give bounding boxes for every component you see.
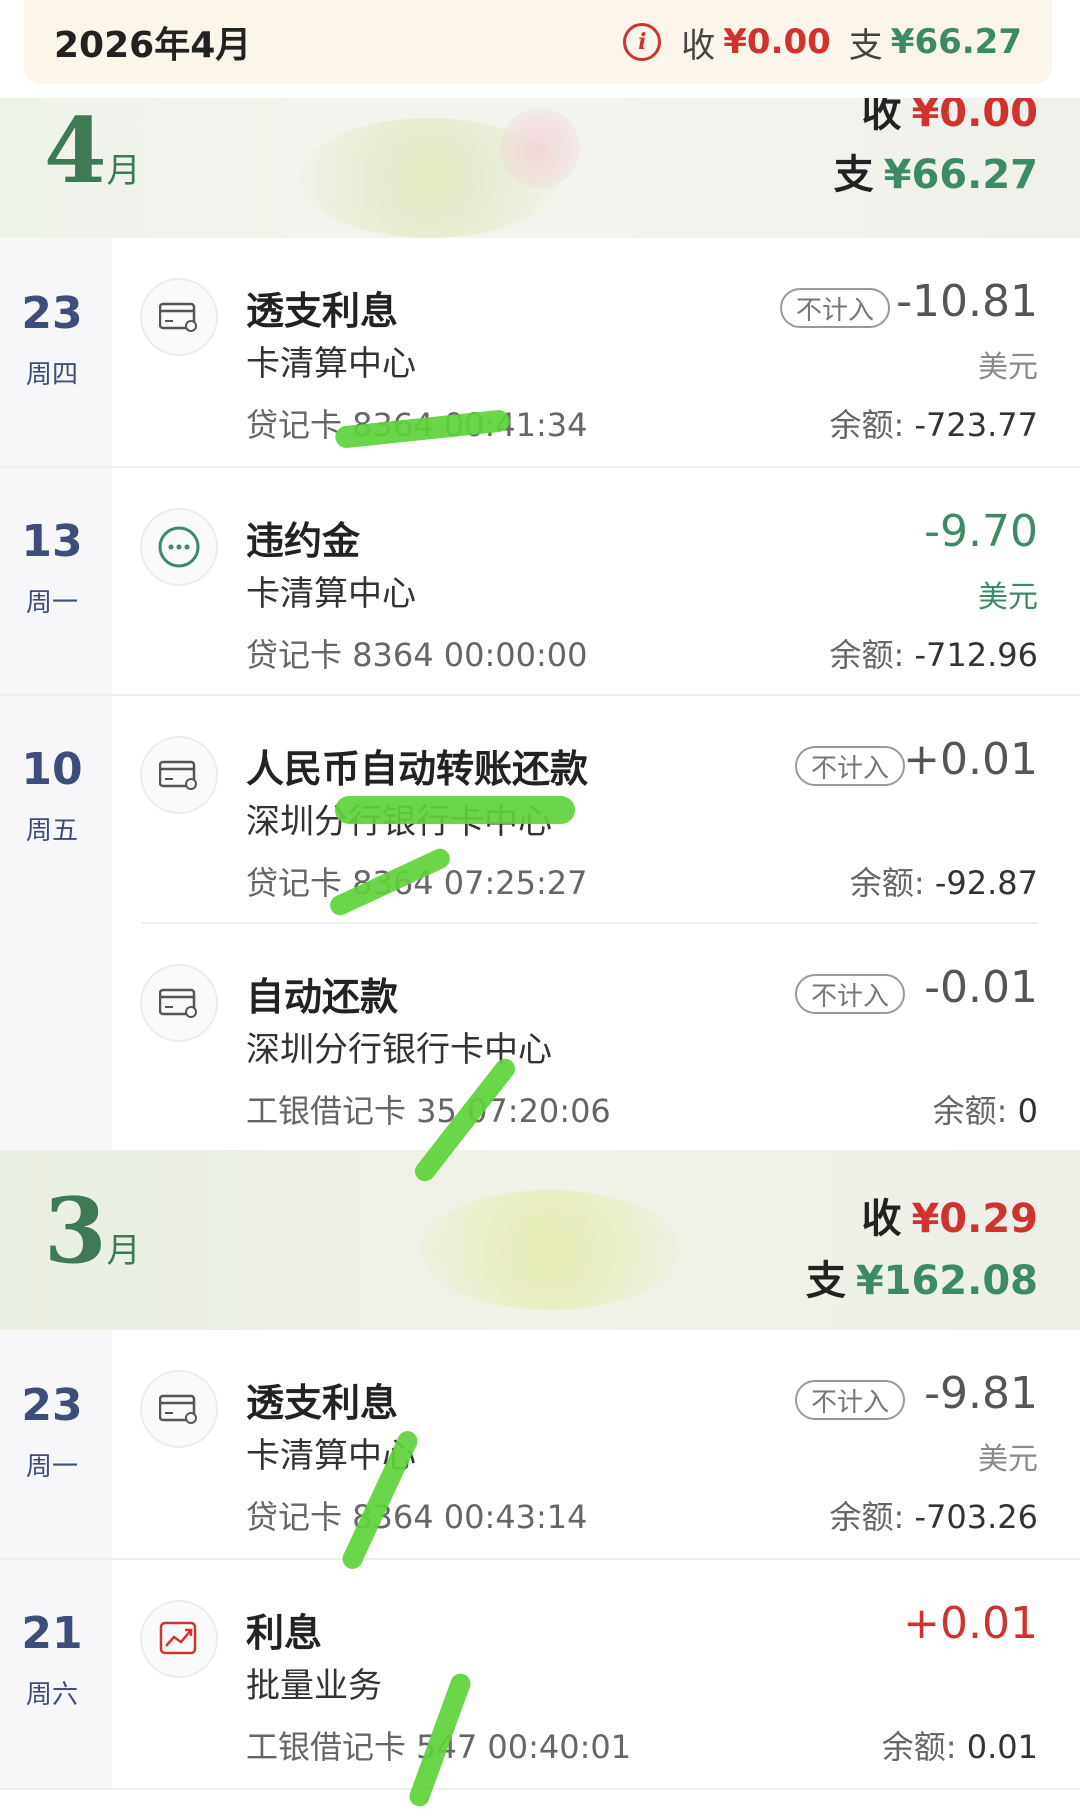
- exclude-badge: 不计入: [794, 1380, 905, 1420]
- transaction-balance: 余额: -703.26: [829, 1498, 1038, 1536]
- redaction-mark: [335, 796, 575, 824]
- transaction-amount: +0.01: [903, 1598, 1038, 1649]
- month-banner-march: 3月 收 ¥0.29 支 ¥162.08: [0, 1150, 1080, 1330]
- transaction-amount: -9.81: [924, 1368, 1038, 1419]
- month-number: 4月: [44, 98, 141, 204]
- date-weekday: 周四: [25, 360, 78, 390]
- transaction-title: 自动还款: [246, 975, 399, 1019]
- date-column: 23 周一: [0, 1330, 112, 1558]
- date-column: 13 周一: [0, 468, 112, 694]
- transaction-balance: 余额: -723.77: [829, 406, 1038, 444]
- transaction-meta: 贷记卡 8364 00:00:00: [246, 636, 588, 674]
- credit-card-icon: [140, 964, 218, 1042]
- date-weekday: 周一: [25, 1452, 78, 1482]
- header-expense-label: 支: [848, 25, 883, 66]
- trend-chart-icon: [140, 1600, 218, 1678]
- date-day: 13: [21, 516, 83, 567]
- transaction-item[interactable]: 利息 批量业务 工银借记卡 547 00:40:01 +0.01 余额: 0.0…: [112, 1560, 1080, 1788]
- date-column: 23 周四: [0, 238, 112, 466]
- transaction-balance: 余额: 0: [932, 1092, 1038, 1130]
- transaction-amount: -0.01: [924, 962, 1038, 1013]
- transaction-title: 人民币自动转账还款: [246, 747, 589, 791]
- month-banner-april: 4月 收 ¥0.00 支 ¥66.27: [0, 98, 1080, 238]
- day-group: 10 周五 人民币自动转账还款 深圳分行银行卡中心 贷记卡 8364 07:25…: [0, 696, 1080, 1152]
- exclude-badge: 不计入: [779, 288, 890, 328]
- date-day: 10: [21, 744, 83, 795]
- transaction-item[interactable]: 人民币自动转账还款 深圳分行银行卡中心 贷记卡 8364 07:25:27 不计…: [112, 696, 1080, 924]
- transaction-merchant: 卡清算中心: [246, 574, 416, 614]
- exclude-badge: 不计入: [794, 746, 905, 786]
- date-column: 21 周六: [0, 1560, 112, 1788]
- header-income-value: ¥0.00: [723, 22, 831, 62]
- month-totals: 收 ¥0.00 支 ¥66.27: [833, 98, 1038, 198]
- transaction-meta: 工银借记卡 35 07:20:06: [246, 1092, 611, 1130]
- transaction-balance: 余额: -92.87: [849, 864, 1038, 902]
- transaction-item[interactable]: 透支利息 卡清算中心 贷记卡 8364 00:43:14 不计入 -9.81 美…: [112, 1330, 1080, 1558]
- header-summary: i 收 ¥0.00 支 ¥66.27: [623, 18, 1022, 67]
- transaction-merchant: 批量业务: [246, 1666, 382, 1706]
- transaction-amount: -10.81: [896, 276, 1038, 327]
- transaction-title: 透支利息: [246, 289, 399, 333]
- transaction-merchant: 卡清算中心: [246, 344, 416, 384]
- date-weekday: 周五: [25, 816, 78, 846]
- transaction-title: 利息: [246, 1611, 323, 1655]
- month-totals: 收 ¥0.29 支 ¥162.08: [805, 1196, 1038, 1304]
- transaction-amount: -9.70: [924, 506, 1038, 557]
- transaction-item[interactable]: 自动还款 深圳分行银行卡中心 工银借记卡 35 07:20:06 不计入 -0.…: [112, 924, 1080, 1152]
- header-income-label: 收: [681, 25, 716, 66]
- transaction-amount: +0.01: [903, 734, 1038, 785]
- transaction-currency: 美元: [978, 1442, 1038, 1477]
- date-column: 10 周五: [0, 696, 112, 1150]
- day-group: 21 周六 利息 批量业务 工银借记卡 547 00:40:01 +0.01 余…: [0, 1560, 1080, 1790]
- date-weekday: 周一: [25, 588, 78, 618]
- transaction-balance: 余额: 0.01: [881, 1728, 1038, 1766]
- day-group: 23 周一 透支利息 卡清算中心 贷记卡 8364 00:43:14 不计入 -…: [0, 1330, 1080, 1560]
- date-day: 21: [21, 1608, 83, 1659]
- month-summary-header[interactable]: 2026年4月 i 收 ¥0.00 支 ¥66.27: [24, 0, 1052, 84]
- transaction-title: 透支利息: [246, 1381, 399, 1425]
- transaction-currency: 美元: [978, 350, 1038, 385]
- transaction-balance: 余额: -712.96: [829, 636, 1038, 674]
- date-day: 23: [21, 288, 83, 339]
- more-dots-icon: [140, 508, 218, 586]
- date-day: 23: [21, 1380, 83, 1431]
- transaction-title: 违约金: [246, 519, 361, 563]
- header-month-title: 2026年4月: [54, 25, 252, 66]
- header-expense-value: ¥66.27: [890, 22, 1022, 62]
- date-weekday: 周六: [25, 1680, 78, 1710]
- day-group: 13 周一 违约金 卡清算中心 贷记卡 8364 00:00:00 -9.70 …: [0, 468, 1080, 696]
- credit-card-icon: [140, 736, 218, 814]
- transaction-item[interactable]: 违约金 卡清算中心 贷记卡 8364 00:00:00 -9.70 美元 余额:…: [112, 468, 1080, 696]
- credit-card-icon: [140, 1370, 218, 1448]
- transaction-currency: 美元: [978, 580, 1038, 615]
- credit-card-icon: [140, 278, 218, 356]
- info-icon[interactable]: i: [623, 23, 662, 61]
- month-number: 3月: [44, 1178, 141, 1284]
- transaction-item[interactable]: 透支利息 卡清算中心 贷记卡 8364 00:41:34 不计入 -10.81 …: [112, 238, 1080, 466]
- exclude-badge: 不计入: [794, 974, 905, 1014]
- transaction-meta: 贷记卡 8364 00:43:14: [246, 1498, 588, 1536]
- day-group: 23 周四 透支利息 卡清算中心 贷记卡 8364 00:41:34 不计入 -…: [0, 238, 1080, 468]
